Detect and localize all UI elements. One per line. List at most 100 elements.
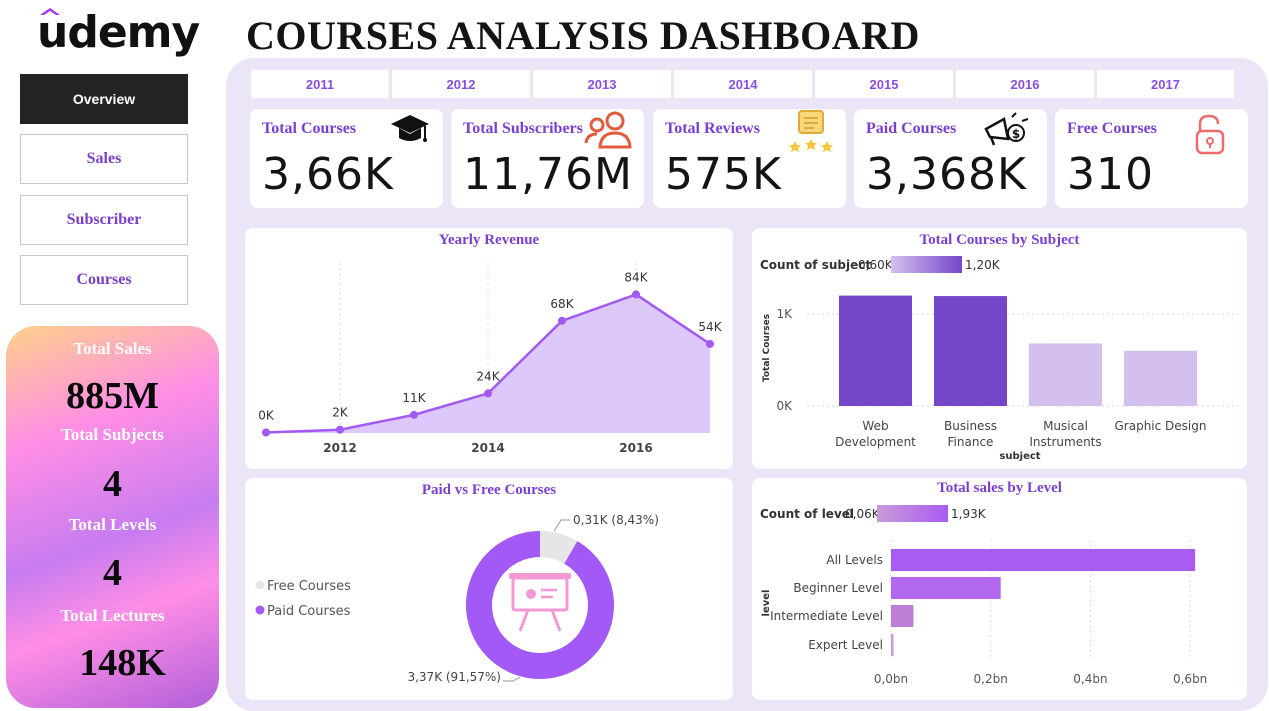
x-tick-label: Musical bbox=[1043, 419, 1088, 433]
revenue-point bbox=[410, 410, 418, 419]
x-tick-label: 0,6bn bbox=[1173, 672, 1207, 686]
x-tick-label: Instruments bbox=[1029, 435, 1101, 449]
subject-bar bbox=[1124, 350, 1197, 406]
nav-courses-button[interactable]: Courses bbox=[20, 255, 188, 305]
kpi-value: 310 bbox=[1067, 149, 1154, 200]
sales-by-level-panel: Total sales by Level Count of level 0,06K… bbox=[752, 478, 1247, 700]
revenue-point bbox=[558, 316, 566, 325]
page-title: COURSES ANALYSIS DASHBOARD bbox=[246, 13, 920, 58]
x-tick-label: 0,0bn bbox=[874, 672, 908, 686]
y-axis-label: level bbox=[761, 590, 772, 617]
x-tick-label: Development bbox=[835, 435, 916, 449]
data-label: 54K bbox=[698, 320, 722, 334]
logo-text: udemy bbox=[37, 7, 200, 58]
courses-by-subject-chart: Count of subject0,60K 1,20K 0K 1K Total Cour… bbox=[760, 256, 1240, 462]
legend-item: Paid Courses bbox=[267, 604, 351, 619]
year-tab-2011[interactable]: 2011 bbox=[251, 70, 389, 98]
revenue-point bbox=[632, 290, 640, 299]
nav-subscriber-button[interactable]: Subscriber bbox=[20, 195, 188, 245]
leader-line bbox=[503, 676, 521, 682]
yearly-revenue-chart: 2012 2014 2016 0K 2K 11K 24K 68K 84K 54K bbox=[258, 263, 723, 455]
x-tick-label: 0,2bn bbox=[974, 672, 1008, 686]
sales-by-level-chart: Count of level0,06K 1,93K 0,0bn 0,2bn 0,4bn 0… bbox=[760, 505, 1207, 686]
svg-text:$: $ bbox=[1012, 127, 1020, 141]
x-tick-label: 0,4bn bbox=[1073, 672, 1107, 686]
kpi-label: Total Reviews bbox=[665, 120, 760, 137]
data-label: 11K bbox=[402, 391, 426, 405]
total-subjects-label: Total Subjects bbox=[61, 425, 164, 444]
y-tick-label: 0K bbox=[776, 399, 793, 413]
revenue-point bbox=[706, 339, 714, 348]
subject-bar bbox=[839, 295, 912, 406]
presentation-icon-leg bbox=[518, 609, 530, 632]
unlock-icon bbox=[1195, 114, 1225, 155]
level-bar bbox=[891, 605, 914, 627]
subject-bar bbox=[934, 296, 1007, 406]
level-bar bbox=[891, 549, 1196, 571]
data-label: 3,37K (91,57%) bbox=[407, 670, 501, 684]
kpi-free-courses: Free Courses 310 bbox=[1055, 109, 1248, 208]
total-sales-label: Total Sales bbox=[73, 339, 152, 358]
data-label: 0K bbox=[258, 409, 275, 423]
review-stars-icon bbox=[789, 110, 833, 152]
level-bar bbox=[891, 577, 1001, 599]
x-tick-label: 2016 bbox=[619, 441, 652, 455]
kpi-paid-courses: Paid Courses 3,368K $ bbox=[854, 109, 1047, 208]
paid-vs-free-panel: Paid vs Free Courses 0,31K (8,43%) 3,37K … bbox=[245, 478, 733, 700]
x-tick-label: Graphic Design bbox=[1115, 419, 1207, 433]
legend-min: 0,60K bbox=[858, 258, 894, 272]
data-label: 0,31K (8,43%) bbox=[573, 513, 659, 527]
subject-bar bbox=[1029, 343, 1102, 406]
courses-by-subject-panel: Total Courses by Subject Count of subjec… bbox=[752, 228, 1247, 469]
logo-hat-icon bbox=[40, 8, 60, 15]
megaphone-money-icon: $ bbox=[984, 112, 1029, 146]
yearly-revenue-panel: Yearly Revenue 2012 2014 2016 0K 2K 11K 24K 68K… bbox=[245, 228, 733, 469]
legend-marker bbox=[255, 580, 265, 590]
udemy-logo: udemy bbox=[37, 6, 200, 60]
revenue-point bbox=[484, 389, 492, 398]
kpi-total-subscribers: Total Subscribers 11,76M bbox=[451, 109, 644, 208]
total-lectures-value: 148K bbox=[79, 642, 166, 684]
year-tab-2016[interactable]: 2016 bbox=[956, 70, 1094, 98]
revenue-point bbox=[262, 428, 270, 437]
x-tick-label: Finance bbox=[948, 435, 994, 449]
nav-sales-button[interactable]: Sales bbox=[20, 134, 188, 184]
x-axis-label: subject bbox=[999, 451, 1040, 462]
total-sales-value: 885M bbox=[66, 375, 159, 417]
year-tab-2015[interactable]: 2015 bbox=[815, 70, 953, 98]
legend-max: 1,93K bbox=[951, 507, 987, 521]
presentation-icon bbox=[511, 576, 569, 612]
presentation-icon-leg bbox=[550, 609, 562, 632]
kpi-total-courses: Total Courses 3,66K bbox=[250, 109, 443, 208]
x-tick-label: 2014 bbox=[471, 441, 504, 455]
kpi-label: Paid Courses bbox=[866, 120, 957, 137]
kpi-value: 11,76M bbox=[463, 149, 633, 200]
legend-item: Free Courses bbox=[267, 579, 351, 594]
data-label: 84K bbox=[624, 270, 648, 284]
y-axis-label: Total Courses bbox=[762, 314, 772, 382]
presentation-icon-chart bbox=[526, 589, 536, 599]
x-tick-label: 2012 bbox=[323, 441, 356, 455]
data-label: 2K bbox=[332, 406, 349, 420]
leader-line bbox=[553, 519, 570, 532]
total-levels-value: 4 bbox=[103, 552, 122, 594]
y-tick-label: 1K bbox=[776, 307, 793, 321]
y-tick-label: Beginner Level bbox=[793, 581, 883, 595]
legend-max: 1,20K bbox=[965, 258, 1001, 272]
total-levels-label: Total Levels bbox=[68, 515, 157, 534]
year-tab-2014[interactable]: 2014 bbox=[674, 70, 812, 98]
kpi-value: 3,66K bbox=[262, 149, 394, 200]
kpi-label: Total Courses bbox=[262, 120, 357, 137]
presentation-icon-top bbox=[509, 573, 571, 579]
legend-label: Count of level bbox=[760, 507, 854, 521]
graduation-cap-icon bbox=[391, 115, 429, 142]
data-label: 24K bbox=[476, 369, 500, 383]
year-tab-2012[interactable]: 2012 bbox=[392, 70, 530, 98]
legend-gradient bbox=[877, 505, 948, 522]
nav-overview-button[interactable]: Overview bbox=[20, 74, 188, 124]
year-tab-2013[interactable]: 2013 bbox=[533, 70, 671, 98]
legend-gradient bbox=[891, 256, 962, 273]
year-tab-2017[interactable]: 2017 bbox=[1097, 70, 1234, 98]
donut-slice bbox=[466, 531, 614, 679]
kpi-label: Total Subscribers bbox=[463, 120, 583, 137]
